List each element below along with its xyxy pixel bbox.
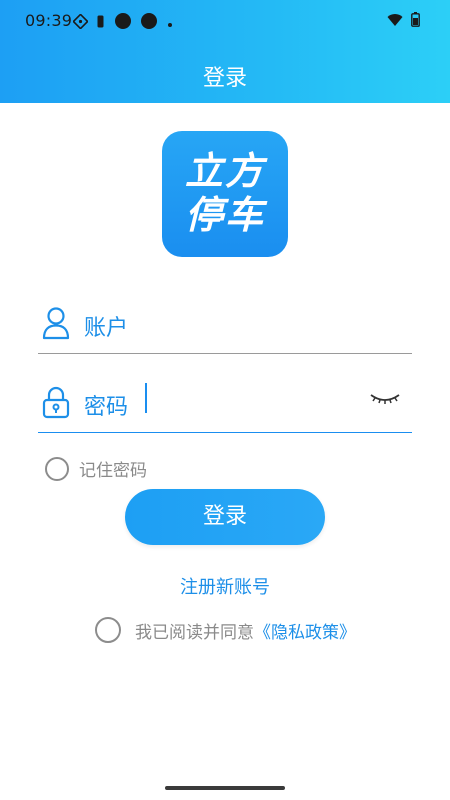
account-field[interactable]: 账户: [38, 298, 412, 354]
status-bar: 09:39: [0, 0, 450, 42]
login-screen: 09:39 登录 立方 停车 账户 密码 记住密码 登录 注册新账号 我已阅读并…: [0, 0, 450, 800]
remember-radio[interactable]: [45, 456, 69, 481]
privacy-agreement[interactable]: 我已阅读并同意《隐私政策》: [95, 617, 356, 643]
eye-closed-icon[interactable]: [368, 389, 402, 409]
remember-label: 记住密码: [79, 461, 147, 481]
login-button[interactable]: 登录: [125, 489, 325, 545]
logo-text-line1: 立方: [184, 149, 265, 193]
circle-notification-icon: [140, 12, 158, 34]
diamond-notification-icon: [72, 12, 89, 33]
battery-icon: [411, 12, 420, 31]
logo-text-line2: 停车: [184, 193, 265, 237]
app-logo: 立方 停车: [162, 131, 288, 257]
password-field[interactable]: 密码: [38, 377, 412, 433]
privacy-policy-link[interactable]: 《隐私政策》: [254, 623, 356, 643]
circle-notification-icon: [114, 12, 132, 34]
status-icons-right: [387, 12, 420, 31]
status-time: 09:39: [25, 11, 73, 30]
account-placeholder: 账户: [84, 316, 129, 341]
wifi-icon: [387, 12, 403, 31]
lock-icon: [42, 385, 70, 419]
user-icon: [42, 306, 70, 340]
register-link[interactable]: 注册新账号: [0, 573, 450, 599]
home-indicator[interactable]: [165, 786, 285, 790]
password-placeholder: 密码: [84, 395, 129, 420]
agreement-radio[interactable]: [95, 617, 121, 643]
sim-card-icon: [96, 14, 106, 33]
status-icons-left: [72, 12, 182, 34]
agreement-prefix: 我已阅读并同意: [135, 622, 254, 643]
agreement-text: 我已阅读并同意《隐私政策》: [135, 618, 356, 643]
app-header: 09:39 登录: [0, 0, 450, 103]
remember-password[interactable]: 记住密码: [45, 456, 147, 481]
dot-icon: [166, 14, 174, 33]
page-title: 登录: [202, 66, 247, 91]
text-cursor: [145, 383, 147, 413]
